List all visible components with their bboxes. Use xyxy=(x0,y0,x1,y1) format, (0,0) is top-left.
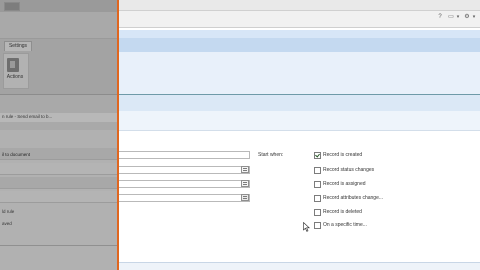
toolbar xyxy=(119,11,480,28)
option-specific-time[interactable]: On a specific time... xyxy=(314,221,367,229)
form-header-band xyxy=(119,111,480,131)
breadcrumb-text: n rule - Send email to b... xyxy=(2,114,53,119)
lookup-button[interactable] xyxy=(241,180,249,187)
left-divider xyxy=(0,94,117,95)
chevron-down-icon[interactable]: ▾ xyxy=(471,14,477,20)
lookup-button[interactable] xyxy=(241,166,249,173)
attributes-change-checkbox[interactable] xyxy=(314,194,321,202)
process-name-field[interactable] xyxy=(119,151,250,159)
gear-icon[interactable]: ⚙ xyxy=(464,14,470,20)
print-icon[interactable]: ▭ xyxy=(448,14,454,20)
actions-label: Actions xyxy=(6,74,24,80)
record-created-checkbox[interactable] xyxy=(314,151,321,159)
option-status-changes[interactable]: Record status changes xyxy=(314,166,374,174)
start-when-label: Start when: xyxy=(258,152,284,158)
specific-time-checkbox[interactable] xyxy=(314,221,321,229)
record-deleted-checkbox[interactable] xyxy=(314,208,321,216)
bottom-band xyxy=(119,263,480,270)
status-changes-checkbox[interactable] xyxy=(314,166,321,174)
option-label: Record is created xyxy=(323,152,363,158)
left-form-row xyxy=(0,177,117,189)
option-record-assigned[interactable]: Record is assigned xyxy=(314,180,366,188)
option-record-created[interactable]: Record is created xyxy=(314,151,362,159)
header-band xyxy=(119,95,480,111)
lookup-button[interactable] xyxy=(241,194,249,201)
help-icon[interactable]: ? xyxy=(437,14,443,20)
left-form-row xyxy=(0,191,117,203)
option-record-deleted[interactable]: Record is deleted xyxy=(314,208,362,216)
entity-field[interactable] xyxy=(119,166,250,174)
left-bottom-divider xyxy=(0,245,117,246)
tab-settings[interactable]: Settings xyxy=(4,41,32,51)
option-attributes-change[interactable]: Record attributes change... xyxy=(314,194,383,202)
left-rule-label: ld rule xyxy=(2,209,15,214)
option-label: Record attributes change... xyxy=(323,195,384,201)
ribbon-body xyxy=(119,52,480,94)
category-field[interactable] xyxy=(119,194,250,202)
record-assigned-checkbox[interactable] xyxy=(314,180,321,188)
window-title-bar xyxy=(119,0,480,11)
left-form-row xyxy=(0,163,117,175)
owner-field[interactable] xyxy=(119,180,250,188)
actions-icon-mark xyxy=(10,61,15,68)
option-label: Record is deleted xyxy=(323,209,362,215)
option-label: Record status changes xyxy=(323,167,375,173)
ribbon-top-band xyxy=(119,30,480,38)
chevron-down-icon[interactable]: ▾ xyxy=(455,14,461,20)
option-label: Record is assigned xyxy=(323,181,366,187)
left-row-label: il to document xyxy=(2,152,31,157)
ribbon-tab-strip xyxy=(119,38,480,53)
app-logo xyxy=(4,2,20,11)
mouse-cursor-icon xyxy=(303,222,310,232)
left-saved-label: aved xyxy=(2,221,12,226)
option-label: On a specific time... xyxy=(323,222,367,228)
